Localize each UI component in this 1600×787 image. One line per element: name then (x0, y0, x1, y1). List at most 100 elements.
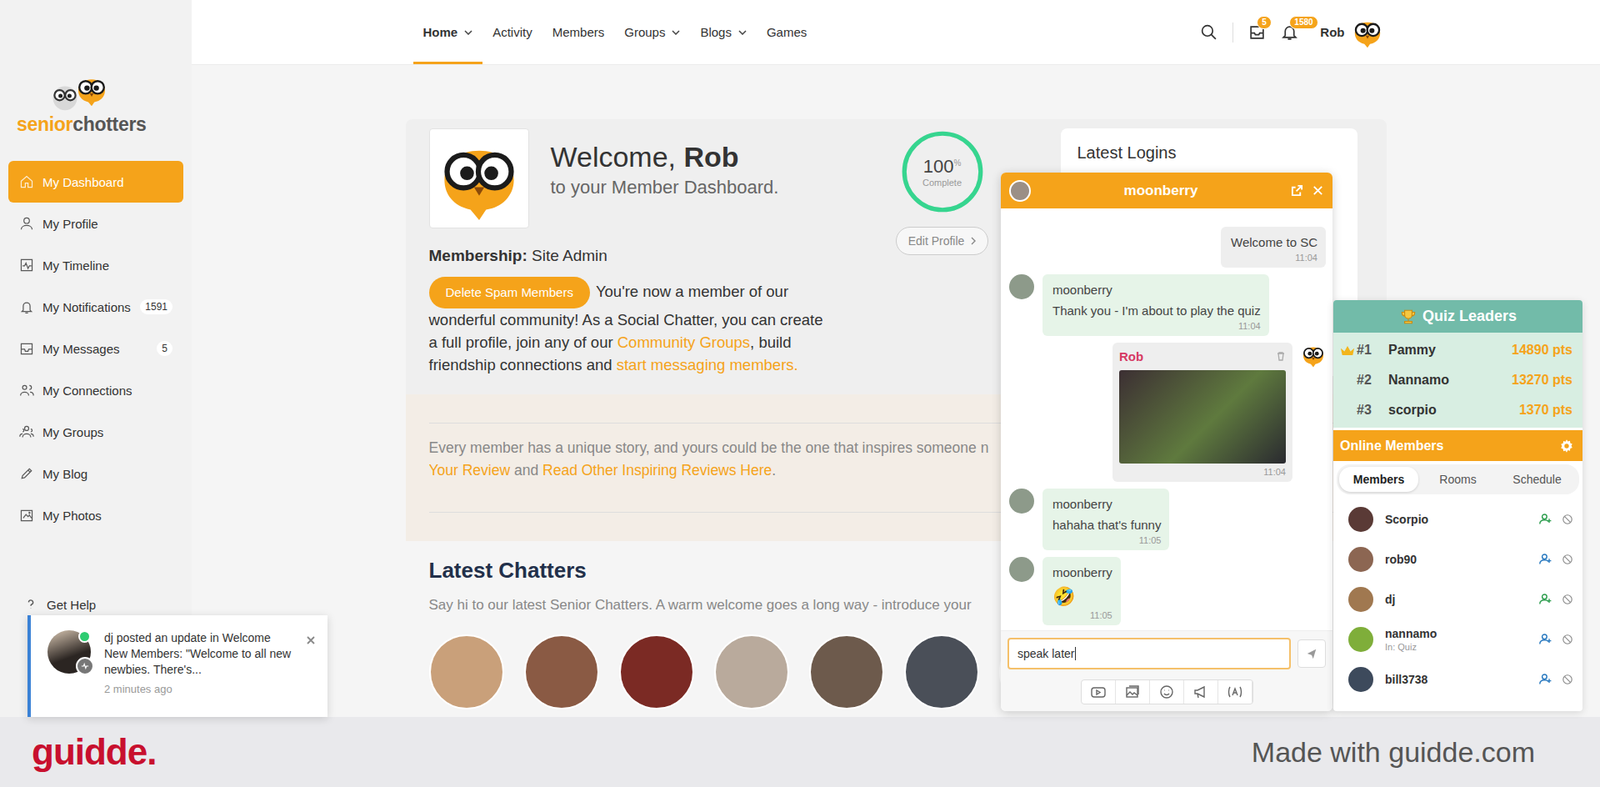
smile-icon[interactable] (1150, 680, 1185, 704)
chat-avatar (1009, 180, 1031, 202)
tab[interactable]: Rooms (1418, 466, 1498, 492)
trophy-icon (1399, 307, 1418, 326)
nav-item[interactable]: Home (413, 0, 484, 65)
sidebar-item[interactable]: My Profile (8, 202, 184, 245)
block-icon[interactable] (1560, 592, 1575, 606)
messages-badge: 5 (1256, 15, 1272, 30)
add-friend-icon[interactable] (1539, 672, 1553, 686)
screen: seniorchotters My Dashboard My Profile M… (0, 0, 1600, 787)
question-icon (25, 598, 37, 610)
review-link[interactable]: Your Review (429, 461, 511, 479)
megaphone-icon[interactable] (1184, 680, 1219, 704)
block-icon[interactable] (1560, 672, 1575, 686)
logo[interactable]: seniorchotters (0, 0, 192, 136)
tab[interactable]: Schedule (1497, 466, 1577, 492)
trash-icon[interactable] (1275, 350, 1286, 361)
member-row[interactable]: Scorpio (1333, 499, 1583, 540)
shared-image[interactable] (1119, 370, 1286, 464)
member-avatar[interactable] (524, 634, 600, 710)
sidebar-item[interactable]: My Blog (8, 452, 184, 495)
gear-icon[interactable] (1559, 438, 1575, 454)
member-row[interactable]: bill3738 (1333, 659, 1583, 700)
member-avatar (1348, 586, 1374, 612)
close-icon[interactable] (1311, 184, 1325, 197)
sender-avatar (1009, 488, 1035, 514)
grey-owl-icon (50, 81, 80, 112)
member-row[interactable]: rob90 (1333, 539, 1583, 580)
send-button[interactable] (1297, 639, 1326, 668)
intro-link[interactable]: Community Groups (617, 333, 750, 351)
add-friend-icon[interactable] (1539, 592, 1553, 606)
notification-toast[interactable]: dj posted an update in Welcome New Membe… (27, 615, 328, 717)
my-groups-icon (19, 424, 35, 440)
notifications-badge: 1580 (1289, 15, 1318, 30)
leader-row: #2 Nannamo 13270 pts (1333, 365, 1583, 395)
tab[interactable]: Members (1339, 466, 1419, 492)
logo-text: seniorchotters (16, 113, 192, 136)
my-connections-icon (19, 382, 35, 398)
translate-icon[interactable] (1218, 680, 1253, 704)
add-friend-icon[interactable] (1539, 552, 1553, 566)
nav-item[interactable]: Activity (482, 0, 543, 65)
review-link[interactable]: Read Other Inspiring Reviews Here (542, 461, 772, 479)
nav-item[interactable]: Groups (614, 0, 690, 65)
chat-toolbar (1080, 679, 1254, 705)
chat-message: Welcome to SC 11:04 (1009, 226, 1326, 268)
nav-item[interactable]: Games (756, 0, 817, 65)
block-icon[interactable] (1560, 632, 1575, 646)
notifications-button[interactable]: 1580 (1280, 23, 1299, 41)
welcome-subtitle: to your Member Dashboard. (550, 176, 780, 199)
chevron-down-icon (464, 30, 473, 35)
edit-profile-button[interactable]: Edit Profile (895, 226, 990, 255)
close-icon[interactable] (305, 635, 316, 645)
quiz-leaders: Quiz Leaders #1 Pammy 14890 pts #2 Nanna… (1333, 300, 1583, 428)
profile-progress: 100% Complete Edit Profile (890, 128, 995, 376)
nav-item[interactable]: Blogs (690, 0, 757, 65)
add-friend-icon[interactable] (1539, 632, 1553, 646)
guidde-logo: guidde. (31, 730, 156, 773)
member-avatar[interactable] (619, 634, 695, 710)
profile-avatar[interactable] (429, 128, 530, 229)
gallery-icon[interactable] (1115, 680, 1150, 704)
sidebar-item[interactable]: My Timeline (8, 244, 184, 286)
member-avatar (1348, 666, 1374, 692)
online-tabs: MembersRoomsSchedule (1336, 464, 1580, 495)
popout-icon[interactable] (1290, 184, 1304, 197)
delete-spam-button[interactable]: Delete Spam Members (429, 276, 590, 309)
my-notifications-icon (19, 299, 35, 315)
chat-message: moonberry 🤣 11:05 (1009, 556, 1326, 625)
get-help-link[interactable]: Get Help (0, 593, 192, 615)
sidebar-item[interactable]: My Dashboard (8, 160, 184, 203)
member-avatar[interactable] (904, 634, 980, 710)
nav-item[interactable]: Members (542, 0, 615, 65)
sidebar-item[interactable]: My Messages 5 (8, 327, 184, 370)
activity-icon (80, 661, 90, 670)
chat-window: moonberry Welcome to SC 11:04 moonberry … (1000, 172, 1333, 711)
sidebar-item[interactable]: My Photos (8, 494, 184, 536)
member-avatar[interactable] (714, 634, 790, 710)
add-friend-icon[interactable] (1539, 512, 1553, 526)
member-row[interactable]: dj (1333, 579, 1583, 620)
right-panel: Quiz Leaders #1 Pammy 14890 pts #2 Nanna… (1333, 300, 1583, 711)
user-menu[interactable]: Rob (1320, 16, 1383, 49)
logo-owls (16, 75, 192, 112)
messages-button[interactable]: 5 (1248, 23, 1266, 41)
intro-link[interactable]: start messaging members. (616, 355, 799, 374)
owl-avatar-icon (435, 135, 523, 222)
send-icon (1305, 647, 1318, 660)
sidebar-item[interactable]: My Groups (8, 410, 184, 453)
block-icon[interactable] (1560, 512, 1575, 526)
member-avatar[interactable] (429, 634, 505, 710)
youtube-icon[interactable] (1081, 680, 1116, 704)
member-row[interactable]: nannamo In: Quiz (1333, 619, 1583, 660)
search-icon[interactable] (1200, 23, 1218, 41)
membership: Membership: Site Admin (429, 246, 880, 265)
sidebar-item[interactable]: My Connections (8, 369, 184, 411)
my-messages-icon (19, 340, 35, 356)
block-icon[interactable] (1560, 552, 1575, 566)
member-avatar[interactable] (809, 634, 885, 710)
chevron-down-icon (738, 30, 747, 35)
chat-message: moonberry hahaha that's funny 11:05 (1009, 488, 1326, 550)
message-input[interactable]: speak later (1007, 637, 1291, 670)
sidebar-item[interactable]: My Notifications 1591 (8, 285, 184, 328)
